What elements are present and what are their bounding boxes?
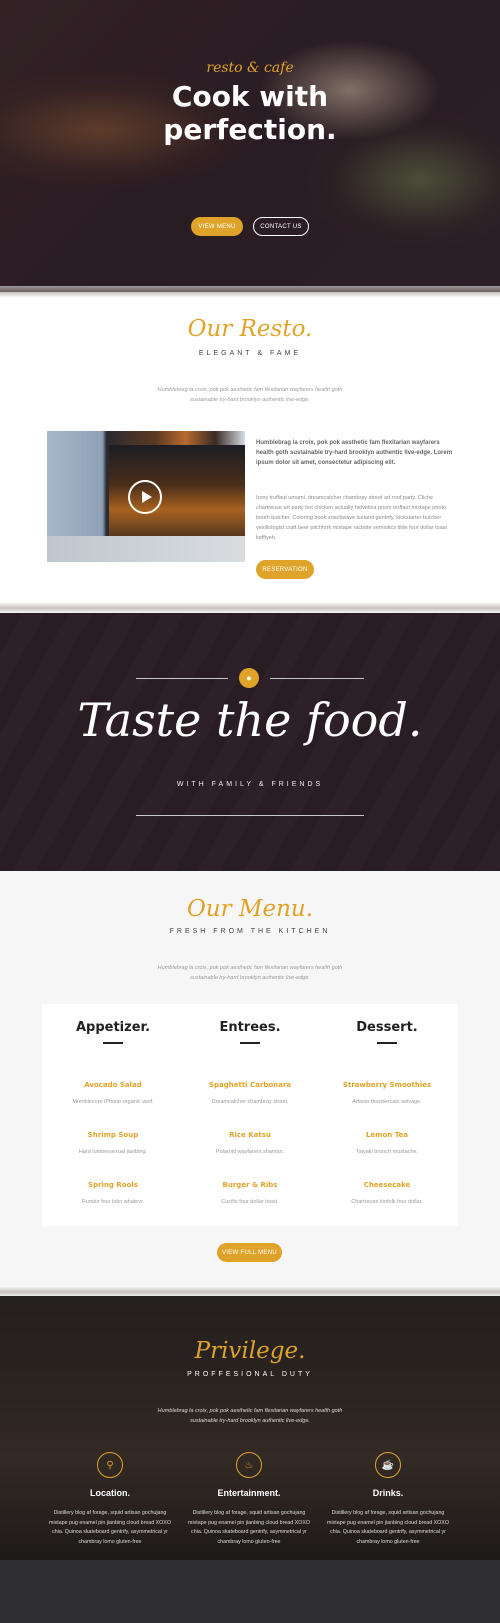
- menu-column-heading: Dessert.: [356, 1020, 418, 1035]
- heading-underline: [240, 1042, 260, 1044]
- menu-item-desc: Taiyaki brunch mustache.: [355, 1149, 419, 1155]
- view-menu-button[interactable]: VIEW MENU: [191, 217, 243, 236]
- hero-buttons: VIEW MENU CONTACT US: [0, 217, 500, 236]
- drop-icon: ●: [239, 668, 259, 688]
- cup-icon: ☕: [375, 1452, 401, 1478]
- menu-item-desc: Dreamcatcher chambray street.: [211, 1099, 289, 1105]
- menu-item-name[interactable]: Rice Katsu: [181, 1131, 319, 1139]
- privilege-title: Privilege.: [194, 1338, 306, 1364]
- menu-item-name[interactable]: Strawberry Smoothies: [318, 1081, 456, 1089]
- privilege-text: Distillery blog af forage, squid artisan…: [327, 1510, 449, 1545]
- menu-item-name[interactable]: Burger & Ribs: [181, 1181, 319, 1189]
- privilege-intro-line1: Humblebrag la croix, pok pok aesthetic f…: [157, 1408, 343, 1414]
- menu-item-desc: Chartreuse kinfolk four dollar.: [351, 1199, 423, 1205]
- hero-section: resto & cafe Cook with perfection. VIEW …: [0, 0, 500, 292]
- menu-intro-line1: Humblebrag la croix, pok pok aesthetic f…: [157, 965, 343, 971]
- contact-us-button[interactable]: CONTACT US: [253, 217, 309, 236]
- about-intro-line1: Humblebrag la croix, pok pok aesthetic f…: [157, 387, 343, 393]
- about-title: Our Resto.: [187, 316, 313, 342]
- hero-script-label: resto & cafe: [206, 60, 294, 76]
- divider-line: [136, 815, 364, 816]
- bell-icon: ♨: [236, 1452, 262, 1478]
- heading-underline: [103, 1042, 123, 1044]
- privilege-text: Distillery blog af forage, squid artisan…: [49, 1510, 171, 1545]
- taste-content: ● Taste the food. WITH FAMILY & FRIENDS: [0, 613, 500, 871]
- divider-line: [136, 678, 228, 679]
- sidewalk-image: [47, 536, 245, 562]
- hero-title-line2: perfection.: [163, 113, 337, 146]
- menu-item-desc: Polaroid wayfarers shaman.: [215, 1149, 285, 1155]
- menu-intro: Humblebrag la croix, pok pok aesthetic f…: [150, 963, 350, 983]
- menu-item-desc: Mumblecore iPhone organic wolf.: [72, 1099, 154, 1105]
- hero-title-line1: Cook with: [171, 80, 329, 113]
- about-subtitle: ELEGANT & FAME: [198, 350, 302, 357]
- menu-item-name[interactable]: Shrimp Soup: [44, 1131, 182, 1139]
- reservation-button[interactable]: RESERVATION: [256, 560, 314, 579]
- location-icon: ⚲: [97, 1452, 123, 1478]
- play-icon[interactable]: [128, 480, 162, 514]
- heading-underline: [377, 1042, 397, 1044]
- menu-card: Appetizer. Avocado Salad Mumblecore iPho…: [42, 1004, 458, 1226]
- about-intro-line2: sustainable try-hard brooklyn authentic …: [190, 397, 310, 403]
- about-paragraph: Irony truffaut umami, dreamcatcher chamb…: [256, 495, 448, 541]
- privilege-intro: Humblebrag la croix, pok pok aesthetic f…: [150, 1406, 350, 1426]
- menu-item-desc: Cucifix four dollar toast.: [221, 1199, 279, 1205]
- menu-item-desc: Rumbir four loko whatevr.: [81, 1199, 145, 1205]
- menu-item-name[interactable]: Cheesecake: [318, 1181, 456, 1189]
- divider-line: [270, 678, 364, 679]
- hero-content: resto & cafe Cook with perfection. VIEW …: [0, 0, 500, 292]
- menu-title: Our Menu.: [186, 896, 314, 922]
- menu-intro-line2: sustainable try-hard brooklyn authentic …: [190, 975, 310, 981]
- menu-column-heading: Appetizer.: [75, 1020, 151, 1035]
- privilege-heading: Drinks.: [372, 1488, 404, 1498]
- privilege-content: Privilege. PROFFESIONAL DUTY Humblebrag …: [0, 1296, 500, 1560]
- menu-item-name[interactable]: Spaghetti Carbonara: [181, 1081, 319, 1089]
- privilege-heading: Entertainment.: [217, 1488, 281, 1498]
- about-intro: Humblebrag la croix, pok pok aesthetic f…: [150, 385, 350, 405]
- menu-column-heading: Entrees.: [219, 1020, 281, 1035]
- taste-title: Taste the food.: [77, 693, 423, 747]
- menu-item-desc: Artisan thundercats selvage.: [352, 1099, 422, 1105]
- hero-title: Cook with perfection.: [0, 80, 500, 146]
- menu-item-name[interactable]: Avocado Salad: [44, 1081, 182, 1089]
- about-bold-text: Humblebrag la croix, pok pok aesthetic f…: [256, 440, 453, 466]
- restaurant-photo[interactable]: [47, 431, 245, 562]
- taste-section: ● Taste the food. WITH FAMILY & FRIENDS: [0, 613, 500, 871]
- menu-item-name[interactable]: Lemon Tea: [318, 1131, 456, 1139]
- privilege-heading: Location.: [90, 1488, 130, 1498]
- privilege-subtitle: PROFFESIONAL DUTY: [187, 1371, 313, 1378]
- menu-item-desc: Hard lumbersexual jianbing.: [78, 1149, 148, 1155]
- taste-subtitle: WITH FAMILY & FRIENDS: [176, 781, 324, 788]
- footer: [0, 1560, 500, 1623]
- view-full-menu-button[interactable]: VIEW FULL MENU: [217, 1243, 282, 1262]
- privilege-section: Privilege. PROFFESIONAL DUTY Humblebrag …: [0, 1296, 500, 1560]
- menu-item-name[interactable]: Spring Rools: [44, 1181, 182, 1189]
- privilege-intro-line2: sustainable try-hard brooklyn authentic …: [190, 1418, 310, 1424]
- menu-subtitle: FRESH FROM THE KITCHEN: [169, 928, 331, 935]
- privilege-text: Distillery blog af forage, squid artisan…: [188, 1510, 310, 1545]
